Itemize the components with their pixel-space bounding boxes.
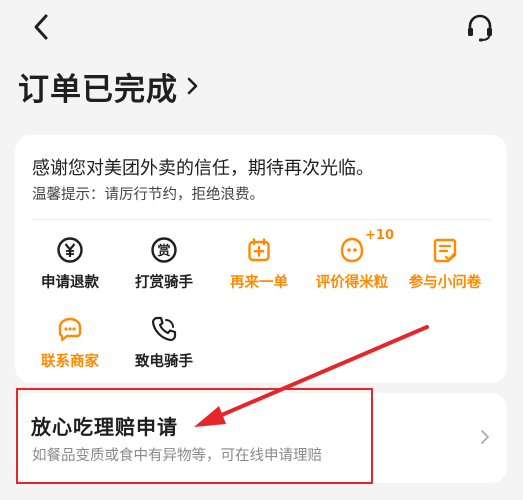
bottom-spacer [0,489,523,500]
svg-text:赏: 赏 [157,243,170,259]
claim-title: 放心吃理赔申请 [31,415,178,439]
headset-icon [468,14,492,42]
refund-button[interactable]: 申请退款 [22,236,118,296]
chevron-right-icon [481,430,489,444]
review-face-icon [340,237,364,263]
action-label: 联系商家 [41,354,99,370]
action-label: 再来一单 [230,275,288,291]
divider [32,219,490,220]
action-label: 打赏骑手 [135,275,193,291]
thanks-message: 感谢您对美团外卖的信任，期待再次光临。 [32,158,374,179]
action-label: 参与小问卷 [408,275,482,291]
claim-application-card[interactable]: 放心吃理赔申请 如餐品变质或食中有异物等，可在线申请理赔 [15,393,507,483]
top-bar [0,0,523,56]
reward-rider-button[interactable]: 赏 打赏骑手 [116,236,212,296]
back-button[interactable] [28,12,58,42]
claim-description: 如餐品变质或食中有异物等，可在线申请理赔 [32,448,322,464]
chevron-left-icon [34,14,48,40]
contact-merchant-button[interactable]: 联系商家 [22,315,118,375]
merchant-chat-icon [58,317,82,342]
reorder-button[interactable]: 再来一单 [211,236,307,296]
action-label: 致电骑手 [135,354,193,370]
action-label: 申请退款 [41,275,99,291]
phone-icon [151,316,177,342]
survey-icon [433,238,457,263]
customer-service-button[interactable] [464,12,496,44]
reward-icon: 赏 [151,237,177,263]
action-label: 评价得米粒 [315,275,389,291]
chevron-right-icon [187,77,198,95]
survey-button[interactable]: 参与小问卷 [397,236,493,296]
tip-message: 温馨提示：请厉行节约，拒绝浪费。 [32,187,264,203]
order-actions-card: 感谢您对美团外卖的信任，期待再次光临。 温馨提示：请厉行节约，拒绝浪费。 申请退… [15,135,507,383]
reward-points-badge: +10 [365,228,394,243]
reorder-bag-icon [248,238,270,262]
review-button[interactable]: +10 评价得米粒 [304,228,400,296]
page-title: 订单已完成 [18,71,178,108]
call-rider-button[interactable]: 致电骑手 [116,315,212,375]
refund-yen-icon [57,237,83,263]
order-status-header[interactable]: 订单已完成 [18,64,200,108]
